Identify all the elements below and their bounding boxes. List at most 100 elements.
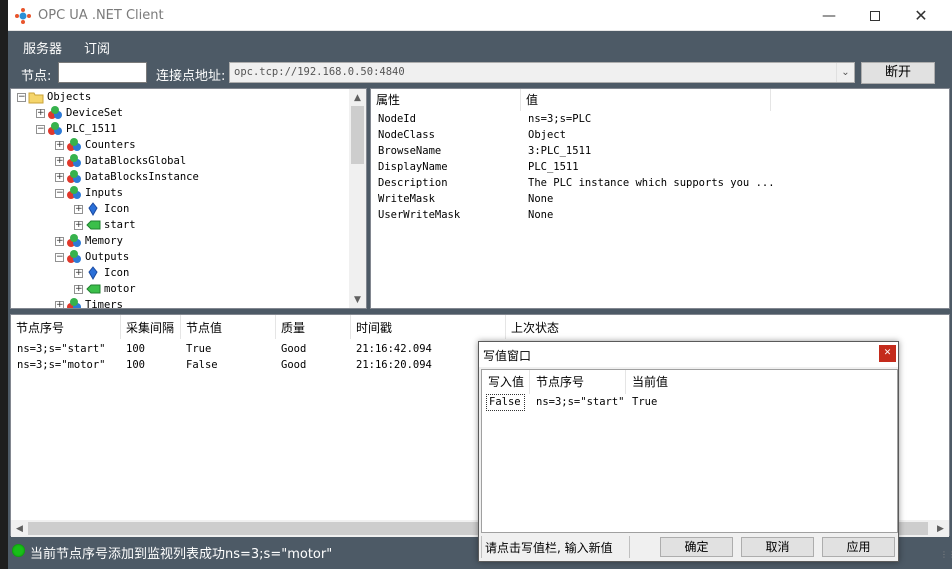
expand-icon[interactable]: + xyxy=(55,156,64,166)
monitor-quality: Good xyxy=(281,359,307,371)
expand-icon[interactable]: + xyxy=(36,108,45,118)
expand-icon[interactable]: + xyxy=(74,204,83,214)
col-write-value[interactable]: 写入值 xyxy=(482,370,530,394)
ok-button[interactable]: 确定 xyxy=(660,537,733,557)
app-icon xyxy=(15,8,31,24)
tree-item[interactable]: − Outputs xyxy=(55,249,129,265)
col-last-status[interactable]: 上次状态 xyxy=(506,315,656,339)
tree-item-label: Icon xyxy=(104,267,130,279)
col-interval[interactable]: 采集间隔 xyxy=(121,315,181,339)
property-name: DisplayName xyxy=(378,161,448,173)
tree-item-label: Objects xyxy=(47,91,92,103)
property-row[interactable]: Description The PLC instance which suppor… xyxy=(371,177,949,193)
expand-icon[interactable]: + xyxy=(55,140,64,150)
scroll-down-icon[interactable]: ▼ xyxy=(349,291,366,308)
col-value[interactable]: 节点值 xyxy=(181,315,276,339)
tree-item-label: Outputs xyxy=(85,251,130,263)
expand-icon[interactable]: + xyxy=(55,172,64,182)
tree-scrollbar[interactable]: ▲ ▼ xyxy=(349,89,366,308)
tree-item[interactable]: − Inputs xyxy=(55,185,123,201)
property-row[interactable]: DisplayName PLC_1511 xyxy=(371,161,949,177)
property-column-header[interactable]: 属性 xyxy=(371,89,521,111)
monitor-node-id: ns=3;s="motor" xyxy=(17,359,106,371)
maximize-button[interactable] xyxy=(852,0,898,31)
tree-item[interactable]: − Objects xyxy=(17,89,91,105)
monitor-value: True xyxy=(186,343,212,355)
divider xyxy=(629,536,630,558)
tree-item[interactable]: + DataBlocksInstance xyxy=(55,169,199,185)
maximize-icon xyxy=(870,10,880,21)
col-node-id[interactable]: 节点序号 xyxy=(530,370,626,394)
object-icon xyxy=(66,137,82,153)
scroll-thumb[interactable] xyxy=(351,106,364,164)
expand-icon[interactable]: + xyxy=(74,284,83,294)
tree-item[interactable]: − PLC_1511 xyxy=(36,121,117,137)
tree-item[interactable]: + Icon xyxy=(74,265,129,281)
col-node-id[interactable]: 节点序号 xyxy=(11,315,121,339)
status-led-icon xyxy=(12,544,25,557)
property-value: Object xyxy=(528,129,566,141)
tree-item[interactable]: + Memory xyxy=(55,233,123,249)
cancel-button[interactable]: 取消 xyxy=(741,537,814,557)
property-row[interactable]: BrowseName 3:PLC_1511 xyxy=(371,145,949,161)
tree-item[interactable]: + DataBlocksGlobal xyxy=(55,153,186,169)
expand-icon[interactable]: + xyxy=(55,236,64,246)
tree-item[interactable]: + Icon xyxy=(74,201,129,217)
collapse-icon[interactable]: − xyxy=(55,188,64,198)
expand-icon[interactable]: + xyxy=(74,220,83,230)
object-icon xyxy=(66,249,82,265)
apply-button[interactable]: 应用 xyxy=(822,537,895,557)
resize-grip-icon[interactable]: ⋮⋮ xyxy=(940,550,952,562)
property-row[interactable]: NodeClass Object xyxy=(371,129,949,145)
tree-item[interactable]: + Counters xyxy=(55,137,136,153)
node-input[interactable] xyxy=(58,62,147,83)
menu-server[interactable]: 服务器 xyxy=(23,38,62,57)
chevron-down-icon[interactable]: ⌄ xyxy=(836,63,854,82)
disconnect-button[interactable]: 断开 xyxy=(861,62,935,84)
tree-item[interactable]: + Timers xyxy=(55,297,123,308)
monitor-interval: 100 xyxy=(126,343,145,355)
property-row[interactable]: UserWriteMask None xyxy=(371,209,949,225)
collapse-icon[interactable]: − xyxy=(55,252,64,262)
collapse-icon[interactable]: − xyxy=(36,124,45,134)
write-node-id: ns=3;s="start" xyxy=(536,396,625,408)
property-row[interactable]: NodeId ns=3;s=PLC xyxy=(371,113,949,129)
property-icon xyxy=(85,201,101,217)
collapse-icon[interactable]: − xyxy=(17,92,26,102)
status-text: 当前节点序号添加到监视列表成功ns=3;s="motor" xyxy=(30,547,333,562)
minimize-button[interactable]: — xyxy=(806,0,852,31)
tree-item-label: DeviceSet xyxy=(66,107,123,119)
tree-item[interactable]: + DeviceSet xyxy=(36,105,123,121)
tree-item[interactable]: + start xyxy=(74,217,136,233)
property-name: Description xyxy=(378,177,448,189)
tree-item-label: start xyxy=(104,219,136,231)
object-icon xyxy=(47,105,63,121)
col-timestamp[interactable]: 时间戳 xyxy=(351,315,506,339)
node-label: 节点: xyxy=(21,69,52,84)
write-value-cell[interactable]: False xyxy=(486,394,525,411)
close-button[interactable]: ✕ xyxy=(898,0,944,31)
property-name: NodeId xyxy=(378,113,416,125)
expand-icon[interactable]: + xyxy=(74,268,83,278)
scroll-up-icon[interactable]: ▲ xyxy=(349,89,366,106)
col-quality[interactable]: 质量 xyxy=(276,315,351,339)
node-tree: − Objects + DeviceSet − PLC_1511 + Counters + Dat… xyxy=(10,88,367,309)
property-row[interactable]: WriteMask None xyxy=(371,193,949,209)
expand-icon[interactable]: + xyxy=(55,300,64,308)
scroll-left-icon[interactable]: ◀ xyxy=(11,520,28,537)
object-icon xyxy=(66,233,82,249)
monitor-timestamp: 21:16:20.094 xyxy=(356,359,432,371)
dialog-close-button[interactable]: ✕ xyxy=(879,345,896,362)
value-column-header[interactable]: 值 xyxy=(521,89,771,111)
monitor-interval: 100 xyxy=(126,359,145,371)
menu-subscribe[interactable]: 订阅 xyxy=(84,38,110,57)
col-current-value[interactable]: 当前值 xyxy=(626,370,706,394)
scroll-right-icon[interactable]: ▶ xyxy=(932,520,949,537)
endpoint-select[interactable]: opc.tcp://192.168.0.50:4840 ⌄ xyxy=(229,62,855,83)
tree-item-label: Memory xyxy=(85,235,123,247)
dialog-title-bar: 写值窗口 ✕ xyxy=(479,342,898,367)
tree-item-label: PLC_1511 xyxy=(66,123,117,135)
property-name: WriteMask xyxy=(378,193,435,205)
tree-item-label: Inputs xyxy=(85,187,123,199)
tree-item[interactable]: + motor xyxy=(74,281,136,297)
